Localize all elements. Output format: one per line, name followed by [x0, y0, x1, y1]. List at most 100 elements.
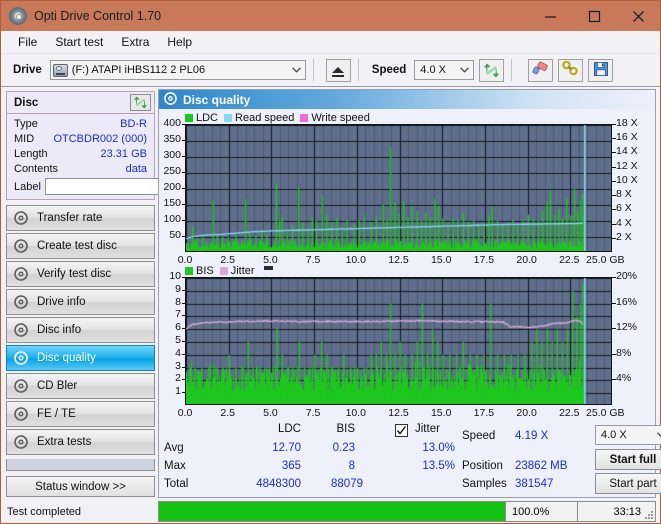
- disc-row-mid: MID OTCBDR002 (000): [14, 131, 147, 146]
- y2-axis-tick: 8 X: [616, 188, 632, 201]
- x-axis-tick: 12.5: [388, 407, 409, 419]
- y-axis-tick: 350: [163, 133, 181, 145]
- sidebar-item-transfer-rate[interactable]: Transfer rate: [6, 205, 155, 231]
- result-speed-select[interactable]: 4.0 X: [595, 425, 661, 445]
- title-bar: Opti Drive Control 1.70: [1, 1, 660, 31]
- y-axis-tickmark: [182, 341, 185, 342]
- page-title: Disc quality: [183, 92, 251, 107]
- y-axis-tick: 150: [163, 197, 181, 209]
- menu-item-help[interactable]: Help: [158, 33, 201, 51]
- y2-axis-tick: 16%: [616, 295, 638, 308]
- menu-item-extra[interactable]: Extra: [112, 33, 158, 51]
- y2-axis-tick: 12%: [616, 321, 638, 334]
- y-axis-tick: 2: [175, 372, 181, 385]
- disc-refresh-button[interactable]: [130, 94, 151, 111]
- x-axis-tick: 5.0: [263, 407, 278, 419]
- disc-row-type-value: BD-R: [120, 117, 147, 130]
- disc-icon: [14, 407, 28, 421]
- y-axis-tickmark: [182, 303, 185, 304]
- progress-bar-fill: [159, 502, 505, 521]
- stats-panel: LDC BIS Jitter Avg Max Total 12.70 365 4…: [159, 421, 661, 497]
- y2-axis-tickmark: [612, 152, 616, 153]
- y-axis-tickmark: [182, 220, 185, 221]
- erase-button[interactable]: [528, 58, 554, 82]
- stats-header-ldc: LDC: [277, 423, 301, 435]
- start-full-button[interactable]: Start full: [595, 449, 661, 470]
- position-stat-value: 23862 MB: [515, 460, 568, 472]
- legend-item-ldc: LDC: [185, 112, 218, 124]
- x-axis-tick: 22.5: [559, 254, 580, 266]
- sidebar-item-drive-info[interactable]: Drive info: [6, 289, 155, 315]
- sidebar-item-label: FE / TE: [37, 408, 76, 420]
- tools-button[interactable]: [558, 58, 584, 82]
- sidebar-item-cd-bler[interactable]: CD Bler: [6, 373, 155, 399]
- y-axis-tickmark: [182, 188, 185, 189]
- legend-swatch-jitter: [219, 267, 228, 275]
- legend-item-write-speed: Write speed: [300, 112, 370, 124]
- legend-label-write-speed: Write speed: [311, 112, 370, 124]
- resize-grip[interactable]: [644, 510, 653, 519]
- sidebar-item-create-test-disc[interactable]: Create test disc: [6, 233, 155, 259]
- speed-stat-label: Speed: [462, 430, 496, 442]
- stats-ldc-avg: 12.70: [272, 442, 301, 454]
- y2-axis-tick: 14 X: [616, 145, 638, 158]
- disc-label-row: Label: [14, 178, 215, 195]
- minimize-button[interactable]: [528, 1, 572, 31]
- chart1-legend: LDC Read speed Write speed: [185, 112, 370, 124]
- maximize-button[interactable]: [572, 1, 616, 31]
- y-axis-tick: 6: [175, 321, 181, 334]
- status-window-button[interactable]: Status window >>: [6, 476, 155, 497]
- x-axis-tick: 0.0: [177, 407, 193, 419]
- y-axis-tick: 1: [175, 385, 181, 398]
- refresh-button[interactable]: [479, 58, 505, 82]
- disc-icon: [14, 435, 28, 449]
- legend-label-bis: BIS: [196, 265, 214, 277]
- stats-jitter-avg: 13.0%: [422, 442, 455, 454]
- jitter-checkbox[interactable]: [395, 424, 408, 437]
- disc-panel-title: Disc: [14, 96, 39, 109]
- y-axis-tick: 8: [175, 295, 181, 308]
- save-button[interactable]: [588, 58, 614, 82]
- disc-row-mid-value: OTCBDR002 (000): [53, 132, 147, 145]
- eject-button[interactable]: [325, 58, 351, 82]
- result-speed-value: 4.0 X: [601, 429, 627, 441]
- close-button[interactable]: [616, 1, 660, 31]
- x-axis-tick: 20.0: [516, 407, 537, 419]
- progress-bar: [158, 501, 506, 522]
- menu-item-start-test[interactable]: Start test: [46, 33, 112, 51]
- window-title: Opti Drive Control 1.70: [34, 9, 162, 23]
- y-axis-tickmark: [182, 172, 185, 173]
- position-stat-label: Position: [462, 460, 503, 472]
- menu-item-file[interactable]: File: [9, 33, 46, 51]
- y-axis-tick: 9: [175, 282, 181, 295]
- y-axis-tick: 200: [163, 181, 181, 193]
- sidebar-item-fe-te[interactable]: FE / TE: [6, 401, 155, 427]
- y2-axis-tick: 4 X: [616, 216, 632, 229]
- y-axis-tick: 5: [175, 334, 181, 346]
- y2-axis-tickmark: [612, 195, 616, 196]
- drive-label: Drive: [13, 64, 42, 76]
- chevron-down-icon: [456, 67, 473, 73]
- sidebar-item-label: Verify test disc: [37, 268, 112, 280]
- sidebar-item-verify-test-disc[interactable]: Verify test disc: [6, 261, 155, 287]
- toolbar-separator: [312, 59, 314, 81]
- speed-select[interactable]: 4.0 X: [414, 60, 475, 80]
- y2-axis-tickmark: [612, 328, 616, 329]
- stats-header-bis: BIS: [336, 423, 355, 435]
- legend-label-ldc: LDC: [196, 112, 219, 124]
- start-part-button[interactable]: Start part: [595, 473, 661, 494]
- legend-item-jitter: Jitter: [219, 265, 255, 277]
- y2-axis-tickmark: [612, 379, 616, 380]
- y2-axis-tickmark: [612, 277, 616, 278]
- chevron-down-icon: [288, 67, 305, 73]
- y-axis-tickmark: [182, 328, 185, 329]
- x-axis-tick: 12.5: [388, 254, 409, 266]
- y2-axis-tick: 20%: [616, 270, 638, 282]
- sidebar-item-disc-quality[interactable]: Disc quality: [6, 345, 155, 371]
- sidebar-item-label: Disc info: [37, 324, 82, 336]
- elapsed-time: 33:13: [578, 501, 656, 522]
- disc-row-length-key: Length: [14, 147, 48, 160]
- sidebar-item-extra-tests[interactable]: Extra tests: [6, 429, 155, 455]
- sidebar-item-disc-info[interactable]: Disc info: [6, 317, 155, 343]
- drive-select[interactable]: (F:) ATAPI iHBS112 2 PL06: [49, 60, 306, 80]
